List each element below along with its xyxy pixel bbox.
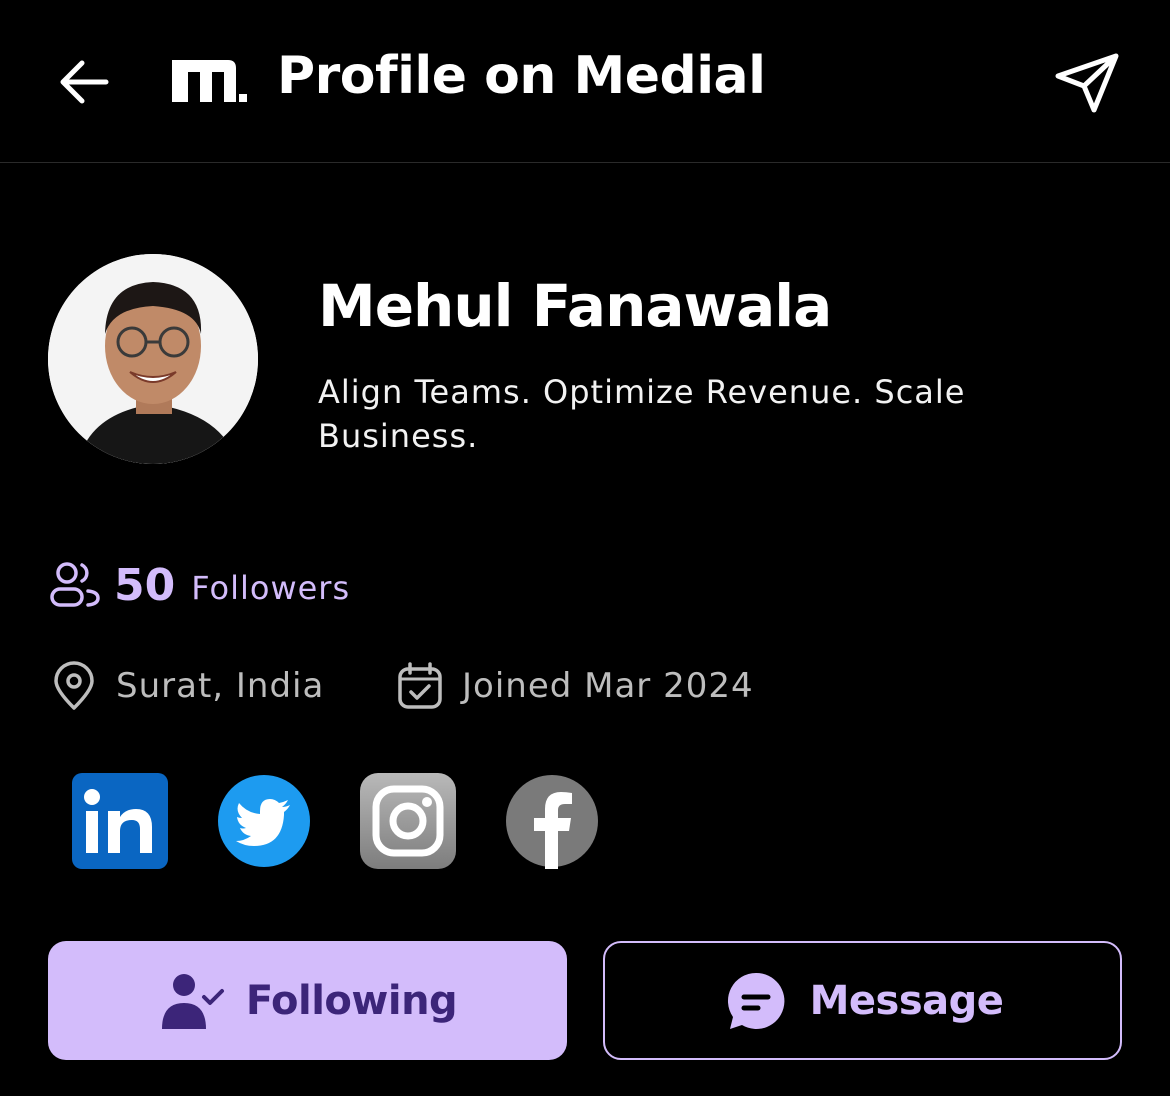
users-icon [50, 562, 100, 607]
followers-count: 50 [114, 559, 176, 611]
profile-bio: Align Teams. Optimize Revenue. Scale Bus… [318, 373, 966, 455]
medial-logo [170, 52, 250, 108]
instagram-link[interactable] [360, 773, 456, 869]
following-button[interactable]: Following [48, 941, 567, 1060]
chat-bubble-icon [727, 972, 785, 1029]
user-check-icon [161, 973, 224, 1029]
arrow-left-icon [60, 60, 109, 104]
following-label: Following [245, 977, 458, 1024]
linkedin-link[interactable] [72, 773, 168, 869]
twitter-icon [218, 775, 310, 867]
facebook-icon [506, 775, 598, 869]
send-icon [1055, 53, 1119, 113]
message-button[interactable]: Message [603, 941, 1122, 1060]
page-title: Profile on Medial [277, 46, 766, 106]
facebook-link[interactable] [504, 773, 600, 869]
location: Surat, India [48, 656, 324, 716]
location-pin-icon [54, 661, 94, 710]
instagram-icon [360, 773, 456, 869]
profile-name: Mehul Fanawala [318, 272, 832, 340]
avatar[interactable] [48, 254, 258, 464]
joined-text: Joined Mar 2024 [462, 666, 754, 706]
followers-link[interactable]: 50 Followers [48, 555, 350, 615]
message-label: Message [809, 977, 1004, 1024]
top-bar: Profile on Medial [0, 0, 1170, 163]
share-button[interactable] [1050, 46, 1126, 118]
linkedin-icon [72, 773, 168, 869]
calendar-check-icon [398, 662, 442, 709]
twitter-link[interactable] [216, 773, 312, 869]
joined-date: Joined Mar 2024 [394, 656, 754, 716]
followers-label: Followers [191, 569, 351, 607]
back-button[interactable] [52, 50, 116, 114]
location-text: Surat, India [116, 666, 325, 706]
